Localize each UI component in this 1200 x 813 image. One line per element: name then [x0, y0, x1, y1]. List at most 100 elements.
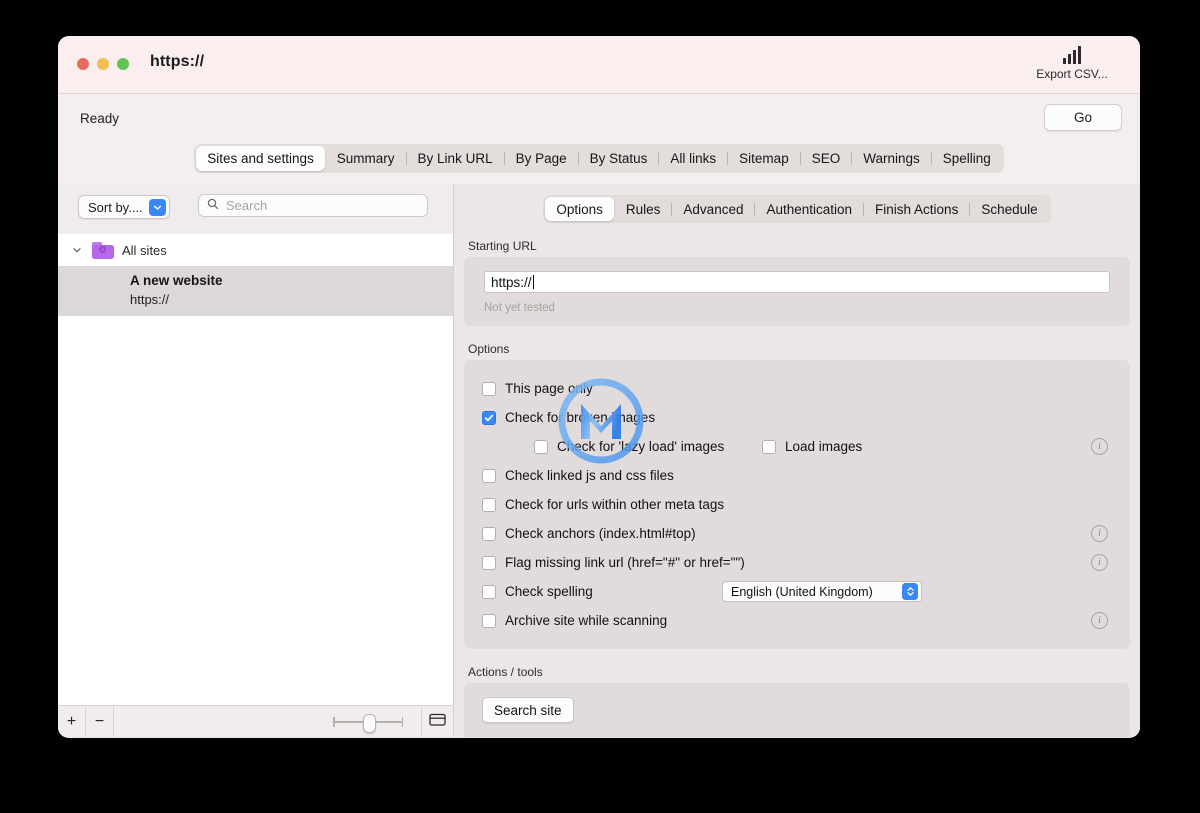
tab-all-links[interactable]: All links [659, 146, 727, 171]
open-folder-button[interactable] [421, 706, 453, 737]
main-tabbar: Sites and settings Summary By Link URL B… [194, 144, 1004, 173]
starting-url-input[interactable]: https:// [484, 271, 1110, 293]
info-icon[interactable]: i [1091, 438, 1108, 455]
sidebar-bottom-toolbar: + − [58, 705, 453, 737]
tab-spelling[interactable]: Spelling [932, 146, 1002, 171]
up-down-stepper-icon [902, 583, 918, 600]
search-site-button[interactable]: Search site [482, 697, 574, 723]
checkbox[interactable] [482, 584, 496, 599]
settings-panel: Options Rules Advanced Authentication Fi… [454, 184, 1140, 737]
spelling-language-value: English (United Kingdom) [731, 584, 873, 599]
info-icon[interactable]: i [1091, 525, 1108, 542]
sidebar-search-field[interactable] [198, 194, 428, 217]
chevron-down-icon[interactable] [70, 245, 84, 255]
status-text: Ready [80, 111, 120, 126]
search-input[interactable] [226, 198, 419, 213]
export-csv-button[interactable]: Export CSV... [1024, 44, 1120, 81]
sidebar-group-label: All sites [122, 242, 167, 258]
options-section-label: Options [468, 342, 510, 356]
sidebar-toolbar: Sort by.... [58, 184, 453, 234]
sites-sidebar: Sort by.... Search ⚙ All sites A new web… [58, 184, 454, 737]
tab-summary[interactable]: Summary [326, 146, 406, 171]
content-split: Sort by.... Search ⚙ All sites A new web… [58, 184, 1140, 737]
checkbox[interactable] [482, 555, 496, 570]
option-check-linked-js-and-css-files[interactable]: Check linked js and css files [482, 461, 1112, 490]
tab-seo[interactable]: SEO [801, 146, 852, 171]
tab-finish-actions[interactable]: Finish Actions [864, 197, 969, 221]
option-archive-site-while-scanning[interactable]: Archive site while scanning i [482, 606, 1112, 635]
starting-url-section-label: Starting URL [468, 239, 537, 253]
slider-knob[interactable] [363, 713, 376, 733]
checkbox[interactable] [482, 613, 496, 628]
spelling-language-select[interactable]: English (United Kingdom) [722, 581, 922, 602]
site-url: https:// [130, 292, 170, 307]
search-icon [207, 197, 219, 215]
option-label: Check spelling [505, 584, 593, 599]
tab-by-link-url[interactable]: By Link URL [407, 146, 504, 171]
tab-authentication[interactable]: Authentication [755, 197, 863, 221]
main-tabbar-container: Sites and settings Summary By Link URL B… [58, 144, 1140, 184]
checkbox[interactable] [762, 439, 776, 454]
tab-options[interactable]: Options [545, 197, 614, 221]
option-flag-missing-link-url[interactable]: Flag missing link url (href="#" or href=… [482, 548, 1112, 577]
minimize-window-button[interactable] [97, 58, 109, 70]
starting-url-value: https:// [491, 274, 532, 290]
checkbox[interactable] [482, 497, 496, 512]
app-window: https:// Export CSV... Ready Go Sites an… [58, 36, 1140, 738]
close-window-button[interactable] [77, 58, 89, 70]
option-check-for-urls-within-other-meta-tags[interactable]: Check for urls within other meta tags [482, 490, 1112, 519]
tab-sites-and-settings[interactable]: Sites and settings [196, 146, 325, 171]
checkbox[interactable] [482, 410, 496, 425]
go-button[interactable]: Go [1044, 104, 1122, 131]
text-caret [532, 275, 535, 289]
folder-icon [429, 712, 446, 731]
window-title: https:// [150, 53, 205, 70]
tab-sitemap[interactable]: Sitemap [728, 146, 800, 171]
screen-background: https:// Export CSV... Ready Go Sites an… [0, 0, 1200, 813]
option-load-images[interactable]: Load images [762, 439, 862, 454]
chevron-down-icon [148, 198, 166, 216]
actions-box: Search site [464, 683, 1130, 737]
list-item[interactable]: A new website https:// [58, 266, 453, 316]
tab-advanced[interactable]: Advanced [672, 197, 754, 221]
option-check-anchors[interactable]: Check anchors (index.html#top) i [482, 519, 1112, 548]
zoom-window-button[interactable] [117, 58, 129, 70]
inner-tabbar-container: Options Rules Advanced Authentication Fi… [454, 184, 1140, 223]
sort-by-button[interactable]: Sort by.... [78, 195, 170, 219]
starting-url-box: https:// Not yet tested [464, 257, 1130, 326]
option-label: Archive site while scanning [505, 613, 668, 628]
site-name: A new website [130, 273, 223, 288]
option-label: Check linked js and css files [505, 468, 674, 483]
slider-end-right [401, 716, 403, 727]
starting-url-note: Not yet tested [484, 302, 555, 314]
option-label: Check for urls within other meta tags [505, 497, 725, 512]
option-check-spelling[interactable]: Check spelling English (United Kingdom) [482, 577, 1112, 606]
status-row: Ready Go [58, 94, 1140, 144]
options-box: This page only Check for broken images C… [464, 360, 1130, 649]
info-icon[interactable]: i [1091, 612, 1108, 629]
checkbox[interactable] [482, 468, 496, 483]
tab-rules[interactable]: Rules [615, 197, 672, 221]
option-label: Check for 'lazy load' images [557, 439, 725, 454]
checkbox[interactable] [534, 439, 548, 454]
info-icon[interactable]: i [1091, 554, 1108, 571]
zoom-slider[interactable] [333, 713, 403, 733]
checkbox[interactable] [482, 381, 496, 396]
checkbox[interactable] [482, 526, 496, 541]
option-label: Load images [785, 439, 863, 454]
tab-by-page[interactable]: By Page [505, 146, 578, 171]
tab-schedule[interactable]: Schedule [970, 197, 1048, 221]
add-site-button[interactable]: + [58, 706, 86, 737]
remove-site-button[interactable]: − [86, 706, 114, 737]
option-label: This page only [505, 381, 593, 396]
tab-by-status[interactable]: By Status [579, 146, 659, 171]
folder-gear-icon: ⚙ [92, 241, 114, 259]
option-label: Flag missing link url (href="#" or href=… [505, 555, 745, 570]
option-this-page-only[interactable]: This page only [482, 374, 1112, 403]
bar-chart-icon [1024, 44, 1120, 64]
sites-list: ⚙ All sites A new website https:// [58, 234, 453, 705]
option-check-for-broken-images[interactable]: Check for broken images [482, 403, 1112, 432]
sidebar-group-all-sites[interactable]: ⚙ All sites [58, 234, 453, 266]
option-check-for-lazy-load-images[interactable]: Check for 'lazy load' images Load images… [482, 432, 1112, 461]
tab-warnings[interactable]: Warnings [852, 146, 931, 171]
